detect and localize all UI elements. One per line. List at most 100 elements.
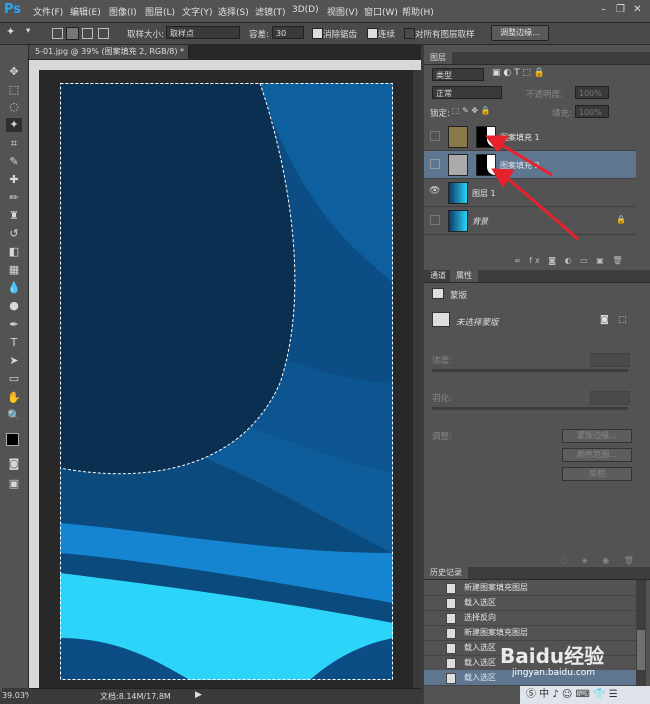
menu-window[interactable]: 窗口(W) [364,5,398,18]
magic-wand-tool-icon[interactable]: ✦ [6,118,22,132]
tolerance-input[interactable]: 30 [272,26,304,39]
density-slider[interactable] [432,369,628,372]
history-item[interactable]: 选择反向 [424,610,636,626]
canvas-image[interactable] [60,83,393,680]
document-icon [446,583,456,594]
color-range-button[interactable]: 颜色范围... [562,448,632,462]
density-label: 浓度: [432,356,452,366]
red-arrow-2 [505,175,579,241]
feather-input[interactable] [590,391,630,405]
new-selection-icon[interactable] [52,28,63,39]
close-icon[interactable]: ✕ [631,3,644,16]
invert-button[interactable]: 反相 [562,467,632,481]
refine-edge-button[interactable]: 调整边缘... [491,25,549,41]
mask-section-label: 蒙版 [450,291,468,301]
menu-help[interactable]: 帮助(H) [402,5,434,18]
history-item[interactable]: 新建图案填充图层 [424,625,636,641]
sample-size-label: 取样大小: [127,30,164,40]
adjust-label: 调整: [432,432,452,442]
feather-slider[interactable] [432,407,628,410]
red-arrow-2-head [491,168,515,188]
document-icon [446,628,456,639]
crop-tool-icon[interactable]: ⌗ [6,137,22,151]
document-tab[interactable]: 5-01.jpg @ 39% (图案填充 2, RGB/8) * [29,45,189,59]
menu-edit[interactable]: 编辑(E) [70,5,101,18]
history-item[interactable]: 载入选区 [424,595,636,611]
restore-icon[interactable]: ❐ [614,3,627,16]
contiguous-label: 连续 [378,30,396,40]
menu-image[interactable]: 图像(I) [109,5,137,18]
document-icon [446,643,456,654]
history-item[interactable]: 新建图案填充图层 [424,580,636,596]
tab-channels[interactable]: 通道 [424,270,452,282]
eyedropper-tool-icon[interactable]: ✎ [6,155,22,169]
document-icon [446,613,456,624]
layer-actions-icons[interactable]: ∞ fx ◙ ◐ ▭ ▣ 🗑 [514,256,626,265]
sample-size-dropdown[interactable]: 取样点 [166,26,240,39]
sample-all-checkbox[interactable] [404,28,415,39]
zoom-readout[interactable]: 39.03% [2,688,33,703]
document-icon [446,658,456,669]
antialias-label: 消除锯齿 [323,30,358,40]
dodge-tool-icon[interactable]: ● [6,299,22,313]
gradient-tool-icon[interactable]: ▦ [6,263,22,277]
document-icon [446,598,456,609]
history-brush-icon[interactable]: ↺ [6,227,22,241]
clone-stamp-icon[interactable]: ♜ [6,209,22,223]
rectangle-tool-icon[interactable]: ▭ [6,372,22,386]
status-bar: 文档:8.14M/17.8M ▶ [29,688,421,704]
move-tool-icon[interactable]: ✥ [6,65,22,79]
tolerance-label: 容差: [249,30,269,40]
hand-tool-icon[interactable]: ✋ [6,391,22,405]
foreground-color-swatch[interactable] [6,433,19,446]
menu-filter[interactable]: 滤镜(T) [255,5,286,18]
ime-icons[interactable]: Ⓢ 中 ♪ ☺ ⌨ 👕 ☰ [526,689,618,700]
screen-mode-icon[interactable]: ▣ [6,477,22,491]
quick-mask-icon[interactable]: ◙ [6,457,22,471]
mask-preview-icon [432,312,450,327]
menu-view[interactable]: 视图(V) [327,5,358,18]
magic-wand-tool-icon[interactable]: ✦ [6,25,15,38]
menu-type[interactable]: 文字(Y) [182,5,213,18]
healing-brush-icon[interactable]: ✚ [6,173,22,187]
ime-toolbar[interactable]: Ⓢ 中 ♪ ☺ ⌨ 👕 ☰ [520,686,650,704]
tool-preset-dropdown-icon[interactable]: ▾ [26,26,30,36]
ruler-horizontal [29,60,421,70]
intersect-selection-icon[interactable] [98,28,109,39]
tools-panel: ✥ ⬚ ◌ ✦ ⌗ ✎ ✚ ✏ ♜ ↺ ◧ ▦ 💧 ● ✒ T ➤ ▭ ✋ 🔍 … [0,45,29,692]
document-icon [446,673,456,684]
density-input[interactable] [590,353,630,367]
document-info: 文档:8.14M/17.8M [100,692,171,701]
pixel-mask-icon[interactable]: ◙ [600,315,609,325]
tab-properties[interactable]: 属性 [450,270,478,282]
properties-actions-icons[interactable]: ◌ ◈ ◉ 🗑 [560,556,640,565]
mask-edge-button[interactable]: 蒙版边缘... [562,429,632,443]
eraser-tool-icon[interactable]: ◧ [6,245,22,259]
pen-tool-icon[interactable]: ✒ [6,318,22,332]
menu-3d[interactable]: 3D(D) [292,5,319,15]
menu-select[interactable]: 选择(S) [218,5,249,18]
annotation-arrows [484,135,579,241]
blur-tool-icon[interactable]: 💧 [6,281,22,295]
brush-tool-icon[interactable]: ✏ [6,191,22,205]
photoshop-logo: Ps [4,2,22,17]
type-tool-icon[interactable]: T [6,336,22,350]
subtract-selection-icon[interactable] [82,28,93,39]
baidu-watermark-url: jingyan.baidu.com [512,668,596,678]
lasso-tool-icon[interactable]: ◌ [6,100,22,114]
menu-layer[interactable]: 图层(L) [145,5,175,18]
menu-file[interactable]: 文件(F) [33,5,63,18]
history-scrollbar[interactable] [636,580,646,690]
sample-all-label: 对所有图层取样 [415,30,475,40]
antialias-checkbox[interactable] [312,28,323,39]
marquee-tool-icon[interactable]: ⬚ [6,83,22,97]
path-select-icon[interactable]: ➤ [6,354,22,368]
vector-mask-icon[interactable]: ⬚ [618,315,627,325]
add-to-selection-icon[interactable] [66,27,79,40]
contiguous-checkbox[interactable] [367,28,378,39]
minimize-icon[interactable]: – [597,3,610,16]
tab-history[interactable]: 历史记录 [424,567,468,579]
zoom-tool-icon[interactable]: 🔍 [6,409,22,423]
status-menu-arrow-icon[interactable]: ▶ [195,690,202,700]
vertical-scrollbar[interactable] [413,70,421,688]
